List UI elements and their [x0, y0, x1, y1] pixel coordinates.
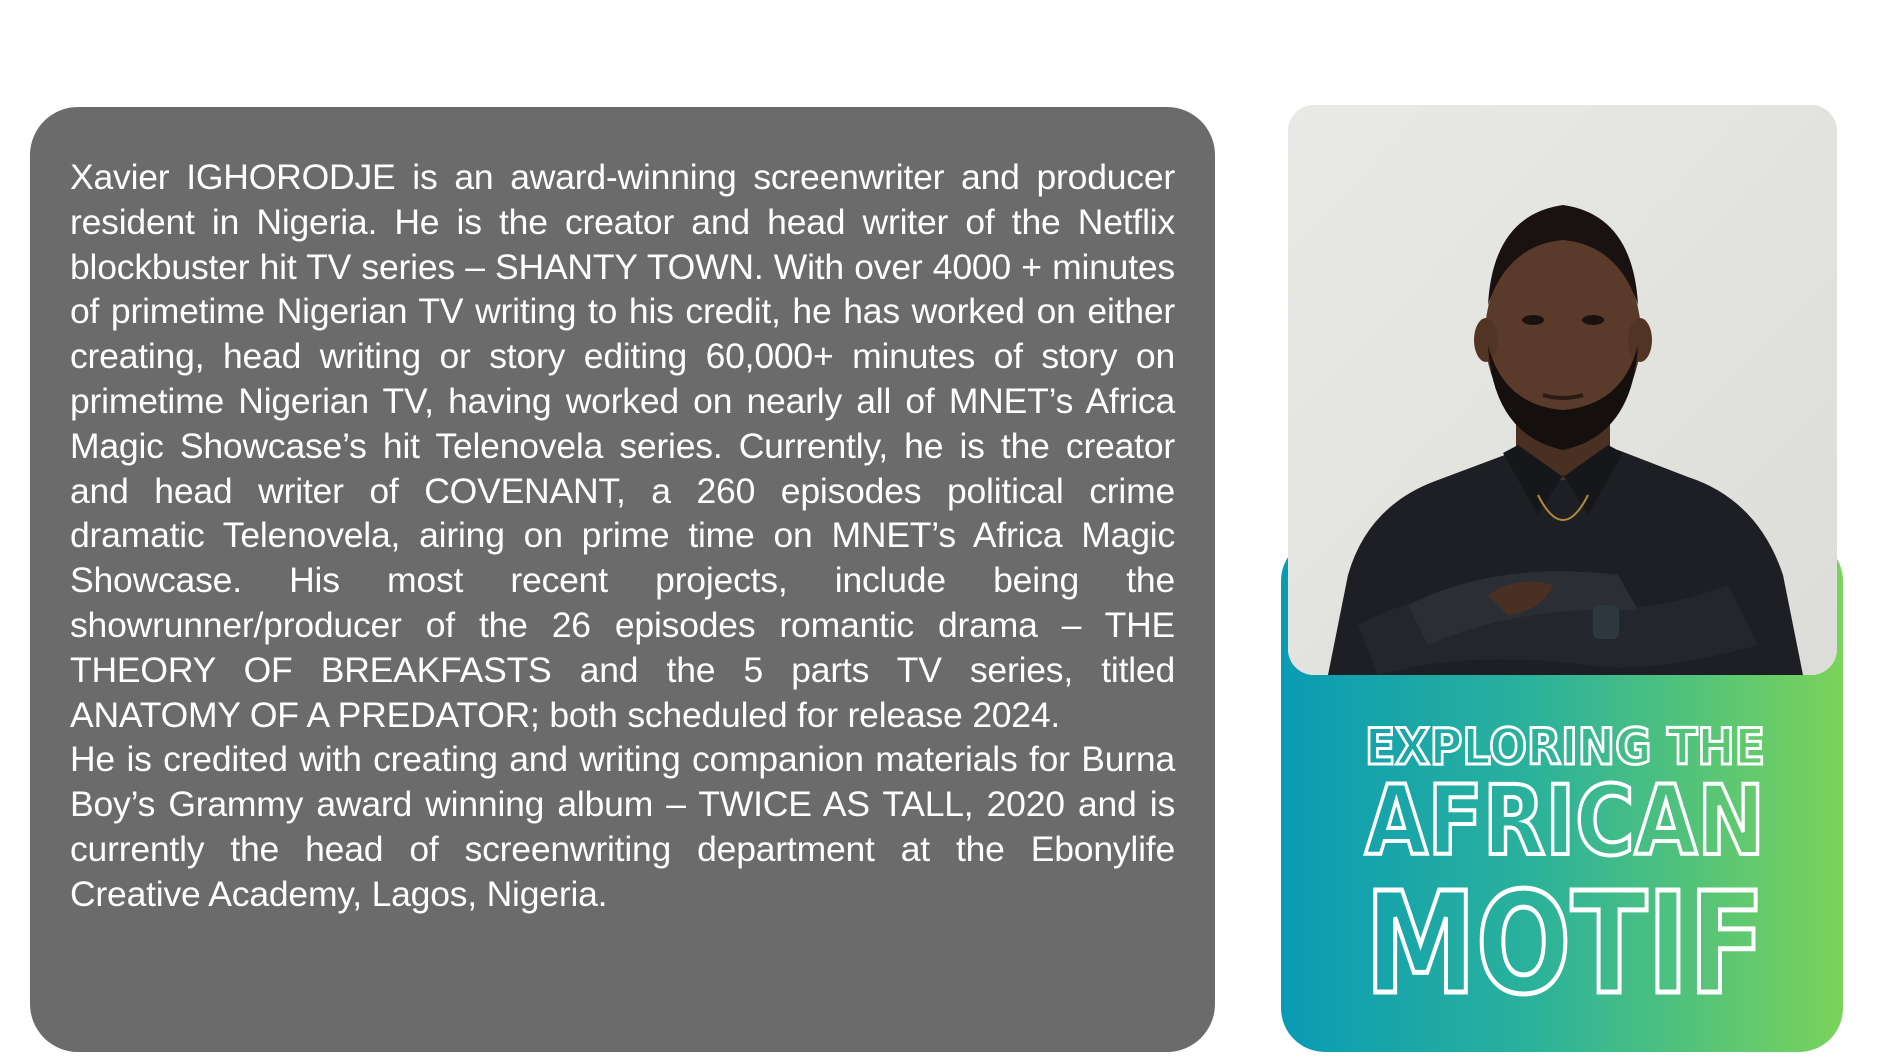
bio-paragraph-1: Xavier IGHORODJE is an award-winning scr…	[70, 157, 1175, 735]
bio-paragraph-2: He is credited with creating and writing…	[70, 739, 1175, 914]
exploring-the-african-motif-logo: EXPLORING THE AFRICAN MOTIF	[1290, 712, 1840, 1029]
bio-card: Xavier IGHORODJE is an award-winning scr…	[30, 107, 1215, 1052]
portrait-photo	[1288, 105, 1837, 675]
motif-line-3: MOTIF	[1365, 863, 1765, 1026]
motif-line-2: AFRICAN	[1365, 765, 1765, 877]
